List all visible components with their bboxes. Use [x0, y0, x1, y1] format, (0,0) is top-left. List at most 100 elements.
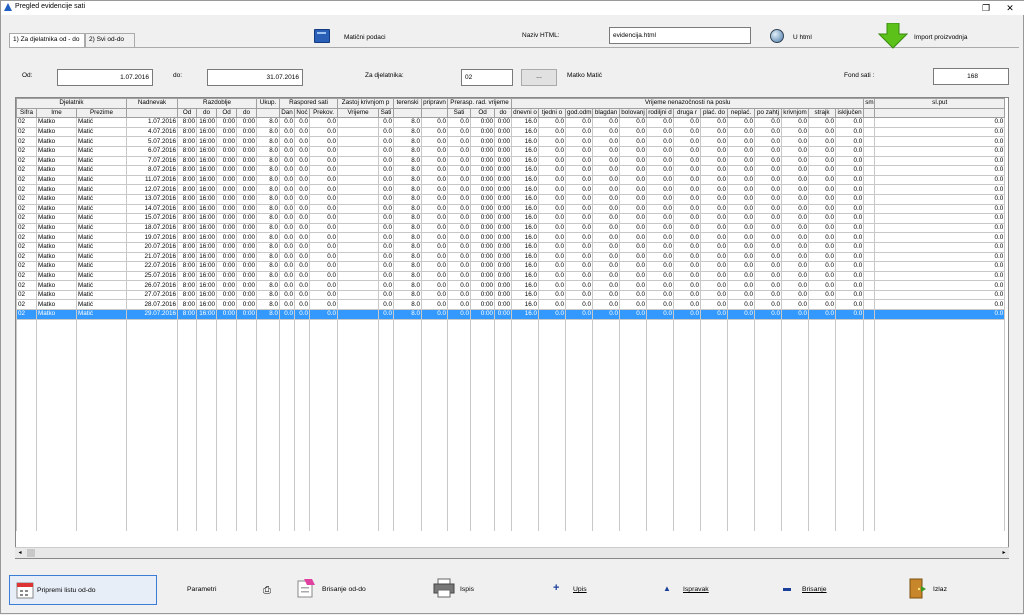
- column-header[interactable]: Od: [470, 107, 496, 119]
- table-row[interactable]: 02 Matko Matić 21.07.2016 8:00 16:00 0:00 0:00 8…: [16, 251, 1006, 263]
- column-header[interactable]: dnevni o: [511, 107, 540, 119]
- upis-button[interactable]: + Upis: [553, 575, 603, 605]
- table-row[interactable]: 02 Matko Matić 6.07.2016 8:00 16:00 0:00 0:00 8.…: [16, 145, 1006, 157]
- tab-svi[interactable]: 2) Svi od-do: [85, 33, 135, 47]
- table-cell: 0.0: [294, 270, 311, 282]
- table-row[interactable]: 02 Matko Matić 5.07.2016 8:00 16:00 0:00 0:00 8.…: [16, 136, 1006, 147]
- od-input[interactable]: 1.07.2016: [57, 69, 153, 86]
- empty-cell: [421, 501, 449, 512]
- table-row[interactable]: 02 Matko Matić 15.07.2016 8:00 16:00 0:00 0:00 8…: [16, 213, 1006, 224]
- table-row[interactable]: 02 Matko Matić 28.07.2016 8:00 16:00 0:00 0:00 8…: [16, 299, 1006, 311]
- column-header[interactable]: Ime: [36, 107, 77, 119]
- do-input[interactable]: 31.07.2016: [207, 69, 303, 86]
- table-row[interactable]: 02 Matko Matić 13.07.2016 8:00 16:00 0:00 0:00 8…: [16, 193, 1006, 205]
- empty-cell: [337, 453, 380, 464]
- column-header[interactable]: krivnjom: [781, 107, 810, 119]
- table-row[interactable]: 02 Matko Matić 1.07.2016 8:00 16:00 0:00 0:00 8.…: [16, 117, 1006, 128]
- table-row[interactable]: 02 Matko Matić 14.07.2016 8:00 16:00 0:00 0:00 8…: [16, 203, 1006, 215]
- column-header[interactable]: [421, 107, 449, 119]
- column-header[interactable]: [874, 107, 1006, 119]
- evidencija-grid[interactable]: Djelatnik Nadnevak Razdoblje Ukup. Raspored …: [15, 97, 1009, 559]
- globe-icon[interactable]: [770, 29, 784, 43]
- column-header[interactable]: blagdan: [592, 107, 621, 119]
- column-header[interactable]: po zahtj: [754, 107, 783, 119]
- horizontal-scrollbar[interactable]: ◂ ▸: [15, 547, 1009, 558]
- ispravak-button[interactable]: ▲ Ispravak: [663, 575, 723, 605]
- column-header[interactable]: rodiljni d: [646, 107, 675, 119]
- table-row[interactable]: 02 Matko Matić 29.07.2016 8:00 16:00 0:00 0:00 8…: [16, 309, 1006, 320]
- empty-cell: [511, 395, 540, 406]
- import-proizvodnja-button[interactable]: Import proizvodnja: [914, 34, 967, 41]
- table-row[interactable]: 02 Matko Matić 27.07.2016 8:00 16:00 0:00 0:00 8…: [16, 289, 1006, 301]
- table-row[interactable]: 02 Matko Matić 12.07.2016 8:00 16:00 0:00 0:00 8…: [16, 184, 1006, 195]
- column-header[interactable]: [393, 107, 423, 119]
- scroll-right-icon[interactable]: ▸: [999, 548, 1009, 558]
- parametri-button[interactable]: Parametri: [187, 586, 216, 593]
- column-header[interactable]: do: [196, 107, 218, 119]
- table-cell: [337, 126, 380, 138]
- table-row[interactable]: 02 Matko Matić 4.07.2016 8:00 16:00 0:00 0:00 8.…: [16, 126, 1006, 138]
- table-row[interactable]: 02 Matko Matić 26.07.2016 8:00 16:00 0:00 0:00 8…: [16, 280, 1006, 291]
- u-html-button[interactable]: U html: [793, 34, 812, 41]
- ispis-button[interactable]: Ispis: [433, 575, 493, 605]
- empty-cell: [835, 357, 865, 368]
- empty-cell: [126, 415, 179, 425]
- column-header[interactable]: [863, 107, 876, 119]
- table-row[interactable]: 02 Matko Matić 8.07.2016 8:00 16:00 0:00 0:00 8.…: [16, 165, 1006, 176]
- column-header[interactable]: Vrijeme: [337, 107, 380, 119]
- column-header[interactable]: Sati: [378, 107, 395, 119]
- download-arrow-icon[interactable]: [878, 23, 908, 49]
- scroll-thumb[interactable]: [27, 549, 35, 557]
- browse-djelatnik-button[interactable]: ...: [521, 69, 557, 86]
- column-header[interactable]: Od: [216, 107, 238, 119]
- izlaz-button[interactable]: Izlaz: [907, 575, 967, 605]
- table-row[interactable]: 02 Matko Matić 11.07.2016 8:00 16:00 0:00 0:00 8…: [16, 174, 1006, 186]
- table-row[interactable]: 02 Matko Matić 22.07.2016 8:00 16:00 0:00 0:00 8…: [16, 261, 1006, 272]
- column-header[interactable]: Sifra: [16, 107, 37, 119]
- fond-sati-input[interactable]: 168: [933, 68, 1009, 85]
- column-header[interactable]: bolovanj: [619, 107, 648, 119]
- column-header[interactable]: Sati: [447, 107, 472, 119]
- column-header[interactable]: [256, 107, 281, 119]
- column-header[interactable]: plać. do: [700, 107, 729, 119]
- column-header[interactable]: Noć: [294, 107, 311, 119]
- column-header[interactable]: Prekov.: [309, 107, 339, 119]
- empty-cell: [592, 405, 621, 416]
- column-header[interactable]: tjedni o: [538, 107, 567, 119]
- djelatnik-code-input[interactable]: 02: [461, 69, 513, 86]
- tab-za-djelatnika[interactable]: 1) Za djelatnika od - do: [9, 33, 85, 48]
- table-row[interactable]: 02 Matko Matić 20.07.2016 8:00 16:00 0:00 0:00 8…: [16, 241, 1006, 253]
- table-row[interactable]: 02 Matko Matić 18.07.2016 8:00 16:00 0:00 0:00 8…: [16, 222, 1006, 234]
- empty-cell: [337, 319, 380, 329]
- close-icon[interactable]: ✕: [1000, 2, 1020, 14]
- pripremi-listu-button[interactable]: Pripremi listu od-do: [9, 575, 157, 605]
- empty-cell: [36, 443, 77, 454]
- column-header[interactable]: Od: [177, 107, 198, 119]
- maticni-podaci-button[interactable]: Matični podaci: [344, 34, 386, 41]
- table-cell: 16.0: [511, 213, 540, 224]
- column-header[interactable]: druga r: [673, 107, 702, 119]
- table-row[interactable]: 02 Matko Matić 25.07.2016 8:00 16:00 0:00 0:00 8…: [16, 270, 1006, 282]
- column-header[interactable]: Prezime: [75, 107, 128, 119]
- column-header[interactable]: do: [494, 107, 513, 119]
- restore-icon[interactable]: ❐: [976, 2, 996, 14]
- naziv-html-input[interactable]: evidencija.html: [609, 27, 751, 44]
- column-header[interactable]: god.odm: [565, 107, 594, 119]
- book-icon[interactable]: [314, 29, 330, 43]
- column-header[interactable]: strajk: [808, 107, 837, 119]
- column-header[interactable]: [126, 107, 179, 119]
- column-header[interactable]: neplać.: [727, 107, 756, 119]
- column-header[interactable]: do: [236, 107, 258, 119]
- table-row[interactable]: 02 Matko Matić 7.07.2016 8:00 16:00 0:00 0:00 8.…: [16, 155, 1006, 167]
- empty-cell: [874, 405, 1006, 416]
- brisanje-button[interactable]: Brisanje: [783, 575, 843, 605]
- empty-cell: [236, 386, 258, 396]
- column-header[interactable]: Dan: [279, 107, 296, 119]
- table-cell: 0.0: [673, 251, 702, 263]
- table-row[interactable]: 02 Matko Matić 19.07.2016 8:00 16:00 0:00 0:00 8…: [16, 232, 1006, 243]
- column-header[interactable]: isključen: [835, 107, 865, 119]
- printer-settings-icon[interactable]: ⎙: [263, 585, 271, 596]
- brisanje-od-do-button[interactable]: Brisanje od-do: [296, 575, 386, 605]
- scroll-left-icon[interactable]: ◂: [15, 548, 25, 558]
- table-cell: 0.0: [565, 184, 594, 195]
